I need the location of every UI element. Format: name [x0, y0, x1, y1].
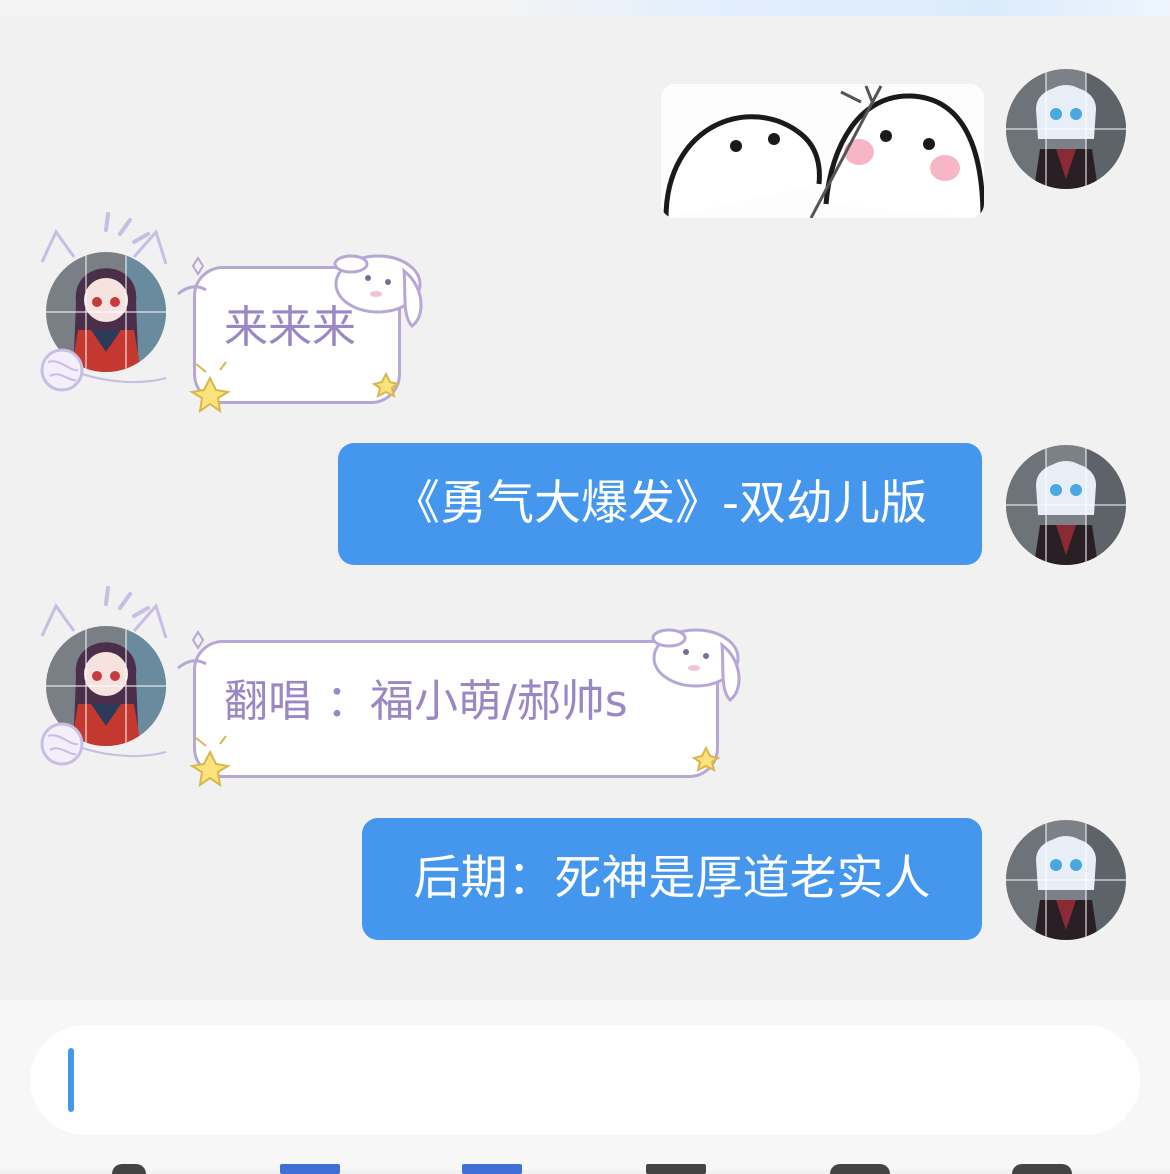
avatar-other-icon — [46, 626, 166, 746]
top-status-strip — [0, 0, 1170, 16]
chat-message-list[interactable]: 来来来 《勇气大爆发》-双幼儿版 翻唱 ：福小萌/郝帅s 后期：死神是厚道老实人 — [0, 16, 1170, 1000]
avatar-other[interactable] — [46, 626, 166, 746]
message-bubble-me[interactable]: 《勇气大爆发》-双幼儿版 — [338, 443, 982, 565]
message-text: 翻唱 ：福小萌/郝帅s — [224, 676, 628, 727]
message-composer — [0, 1000, 1170, 1174]
plus-icon[interactable] — [1012, 1164, 1072, 1174]
message-text: 《勇气大爆发》-双幼儿版 — [393, 476, 927, 531]
avatar-me[interactable] — [1006, 69, 1126, 189]
voice-icon[interactable] — [112, 1164, 146, 1174]
avatar-me[interactable] — [1006, 445, 1126, 565]
message-text: 来来来 — [224, 302, 356, 353]
avatar-other-icon — [46, 252, 166, 372]
red-packet-icon[interactable] — [646, 1164, 706, 1174]
emoji-icon[interactable] — [830, 1164, 890, 1174]
ghost-sticker-message[interactable] — [661, 84, 984, 218]
ghost-sticker-icon — [661, 84, 984, 218]
message-text: 后期：死神是厚道老实人 — [413, 851, 931, 906]
text-cursor — [68, 1048, 74, 1112]
avatar-me-icon — [1006, 69, 1126, 189]
message-bubble-other[interactable]: 来来来 — [193, 266, 401, 404]
avatar-me[interactable] — [1006, 820, 1126, 940]
camera-icon[interactable] — [462, 1164, 522, 1174]
avatar-other[interactable] — [46, 252, 166, 372]
avatar-me-icon — [1006, 445, 1126, 565]
message-bubble-other[interactable]: 翻唱 ：福小萌/郝帅s — [193, 640, 719, 778]
image-icon[interactable] — [280, 1164, 340, 1174]
avatar-me-icon — [1006, 820, 1126, 940]
message-input[interactable] — [30, 1025, 1140, 1135]
message-bubble-me[interactable]: 后期：死神是厚道老实人 — [362, 818, 982, 940]
composer-toolbar — [0, 1160, 1170, 1174]
